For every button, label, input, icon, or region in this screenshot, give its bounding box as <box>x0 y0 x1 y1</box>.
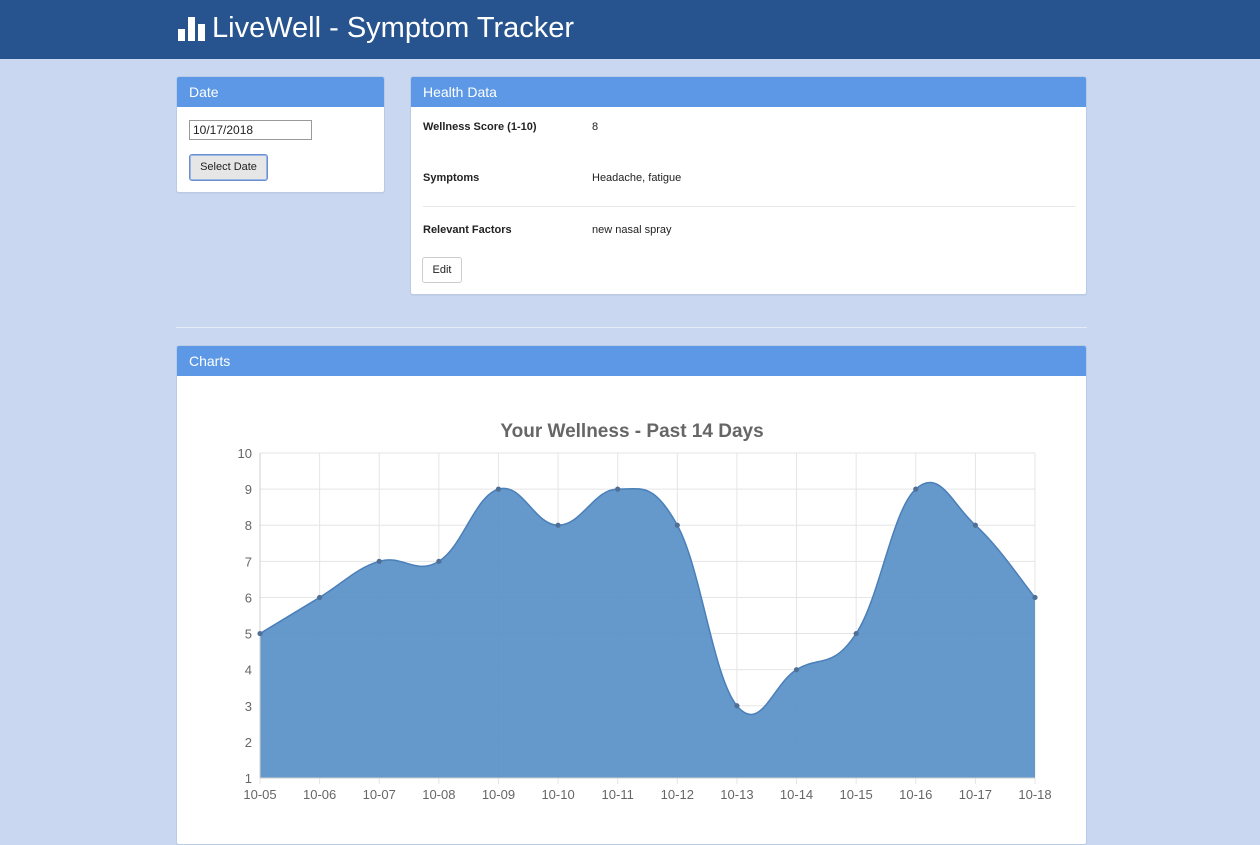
x-tick-label: 10-07 <box>363 787 396 802</box>
x-tick-label: 10-16 <box>899 787 932 802</box>
data-point <box>436 558 442 564</box>
x-tick-label: 10-10 <box>541 787 574 802</box>
y-tick-label: 3 <box>245 699 252 714</box>
wellness-chart: 1 2 3 4 5 6 7 8 9 10 10-05 10-06 10-07 10-08 10-09 10-1… <box>238 446 1052 802</box>
brand[interactable]: LiveWell - Symptom Tracker <box>178 10 574 46</box>
data-point <box>615 486 621 492</box>
date-panel-heading: Date <box>177 77 384 107</box>
data-point <box>555 522 561 528</box>
x-tick-label: 10-18 <box>1018 787 1051 802</box>
symptoms-value: Headache, fatigue <box>592 172 682 184</box>
wellness-score-value: 8 <box>592 121 599 133</box>
x-tick-label: 10-17 <box>959 787 992 802</box>
y-tick-label: 2 <box>245 735 252 750</box>
x-tick-label: 10-14 <box>780 787 813 802</box>
health-panel-heading: Health Data <box>411 77 1086 107</box>
y-tick-label: 8 <box>245 518 252 533</box>
y-tick-label: 4 <box>245 663 252 678</box>
relevant-factors-label: Relevant Factors <box>423 224 512 236</box>
wellness-score-label: Wellness Score (1-10) <box>423 121 537 133</box>
data-point <box>913 486 919 492</box>
y-tick-label: 9 <box>245 482 252 497</box>
date-panel: Date Select Date <box>176 76 385 193</box>
relevant-factors-value: new nasal spray <box>592 224 672 236</box>
data-point <box>972 522 978 528</box>
charts-panel-heading: Charts <box>177 346 1086 376</box>
x-tick-label: 10-08 <box>422 787 455 802</box>
x-tick-label: 10-13 <box>720 787 753 802</box>
data-point <box>734 703 740 709</box>
data-point <box>793 667 800 673</box>
y-tick-label: 10 <box>238 446 252 461</box>
x-tick-label: 10-06 <box>303 787 336 802</box>
y-tick-label: 5 <box>245 627 252 642</box>
bar-chart-icon <box>178 17 205 41</box>
select-date-button[interactable]: Select Date <box>189 154 268 181</box>
data-point <box>495 486 502 492</box>
symptoms-label: Symptoms <box>423 172 480 184</box>
section-divider <box>176 327 1087 328</box>
health-data-panel: Health Data Wellness Score (1-10) 8 Symp… <box>410 76 1087 295</box>
data-point <box>257 630 263 637</box>
data-point <box>674 522 680 528</box>
data-point <box>1032 594 1038 601</box>
y-tick-label: 7 <box>245 554 252 569</box>
data-point <box>376 558 382 564</box>
y-tick-label: 6 <box>245 590 252 605</box>
date-input[interactable] <box>189 120 312 140</box>
x-tick-label: 10-05 <box>243 787 276 802</box>
navbar: LiveWell - Symptom Tracker <box>0 0 1260 59</box>
data-point <box>317 594 323 601</box>
charts-panel: Charts Your Wellness - Past 14 Days 1234… <box>176 345 1087 845</box>
edit-button[interactable]: Edit <box>422 257 462 283</box>
wellness-area <box>260 482 1035 778</box>
data-point <box>853 630 859 637</box>
x-tick-label: 10-12 <box>661 787 694 802</box>
x-tick-label: 10-11 <box>602 787 634 802</box>
x-tick-label: 10-09 <box>482 787 515 802</box>
divider <box>423 206 1075 207</box>
x-tick-label: 10-15 <box>840 787 873 802</box>
app-title: LiveWell - Symptom Tracker <box>212 11 575 44</box>
y-tick-label: 1 <box>245 771 252 786</box>
